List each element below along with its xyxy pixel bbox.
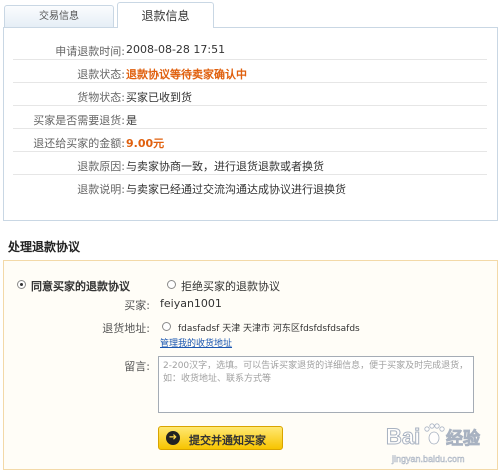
tab-refund-info[interactable]: 退款信息 bbox=[117, 2, 214, 28]
info-row-apply-time: 申请退款时间: 2008-08-28 17:51 bbox=[13, 40, 487, 60]
section-title: 处理退款协议 bbox=[8, 240, 81, 254]
address-value: fdasfadsf 天津 天津市 河东区fdsfdsfdsafds bbox=[178, 324, 360, 334]
info-value: 是 bbox=[126, 114, 137, 127]
buyer-label: 买家: bbox=[124, 299, 150, 312]
refund-amount-value: 9.00元 bbox=[126, 137, 165, 150]
refund-info-panel: 申请退款时间: 2008-08-28 17:51 退款状态: 退款协议等待卖家确… bbox=[3, 27, 498, 221]
address-label: 退货地址: bbox=[102, 322, 150, 335]
info-row-refund-status: 退款状态: 退款协议等待卖家确认中 bbox=[13, 63, 487, 83]
info-label: 退还给买家的金额: bbox=[33, 137, 125, 150]
submit-button-label: 提交并通知买家 bbox=[189, 434, 266, 447]
manage-address-link[interactable]: 管理我的收货地址 bbox=[160, 336, 232, 349]
info-value: 与卖家协商一致，进行退货退款或者换货 bbox=[126, 160, 324, 173]
info-label: 买家是否需要退货: bbox=[33, 114, 125, 127]
reject-label[interactable]: 拒绝买家的退款协议 bbox=[181, 278, 280, 294]
agree-radio[interactable] bbox=[17, 280, 26, 289]
baidu-jingyan-watermark: Bai 经验 jingyan.baidu.com bbox=[386, 423, 481, 464]
svg-text:Bai: Bai bbox=[386, 424, 420, 449]
buyer-value: feiyan1001 bbox=[160, 297, 222, 310]
info-row-refund-note: 退款说明: 与卖家已经通过交流沟通达成协议进行退换货 bbox=[13, 178, 487, 197]
info-row-refund-reason: 退款原因: 与卖家协商一致，进行退货退款或者换货 bbox=[13, 155, 487, 175]
message-label: 留言: bbox=[124, 360, 150, 373]
address-radio[interactable] bbox=[162, 322, 171, 331]
refund-status-value: 退款协议等待卖家确认中 bbox=[126, 68, 247, 81]
info-row-goods-status: 货物状态: 买家已收到货 bbox=[13, 86, 487, 106]
info-label: 退款原因: bbox=[77, 160, 125, 173]
svg-text:jingyan.baidu.com: jingyan.baidu.com bbox=[391, 454, 465, 464]
info-row-refund-amount: 退还给买家的金额: 9.00元 bbox=[13, 132, 487, 152]
info-row-need-return: 买家是否需要退货: 是 bbox=[13, 109, 487, 129]
info-value: 买家已收到货 bbox=[126, 91, 192, 104]
info-value: 2008-08-28 17:51 bbox=[126, 43, 226, 56]
reject-radio[interactable] bbox=[167, 280, 176, 289]
tab-transaction-info[interactable]: 交易信息 bbox=[4, 5, 114, 27]
info-label: 申请退款时间: bbox=[55, 45, 125, 58]
info-label: 退款状态: bbox=[77, 68, 125, 81]
paw-icon bbox=[424, 423, 445, 445]
svg-text:经验: 经验 bbox=[446, 428, 481, 449]
message-textarea[interactable] bbox=[158, 356, 474, 413]
info-value: 与卖家已经通过交流沟通达成协议进行退换货 bbox=[126, 183, 346, 196]
submit-notify-button[interactable]: ➜ 提交并通知买家 bbox=[158, 426, 283, 450]
agree-label[interactable]: 同意买家的退款协议 bbox=[31, 278, 130, 294]
info-label: 退款说明: bbox=[77, 183, 125, 196]
info-label: 货物状态: bbox=[77, 91, 125, 104]
arrow-right-icon: ➜ bbox=[166, 431, 180, 445]
